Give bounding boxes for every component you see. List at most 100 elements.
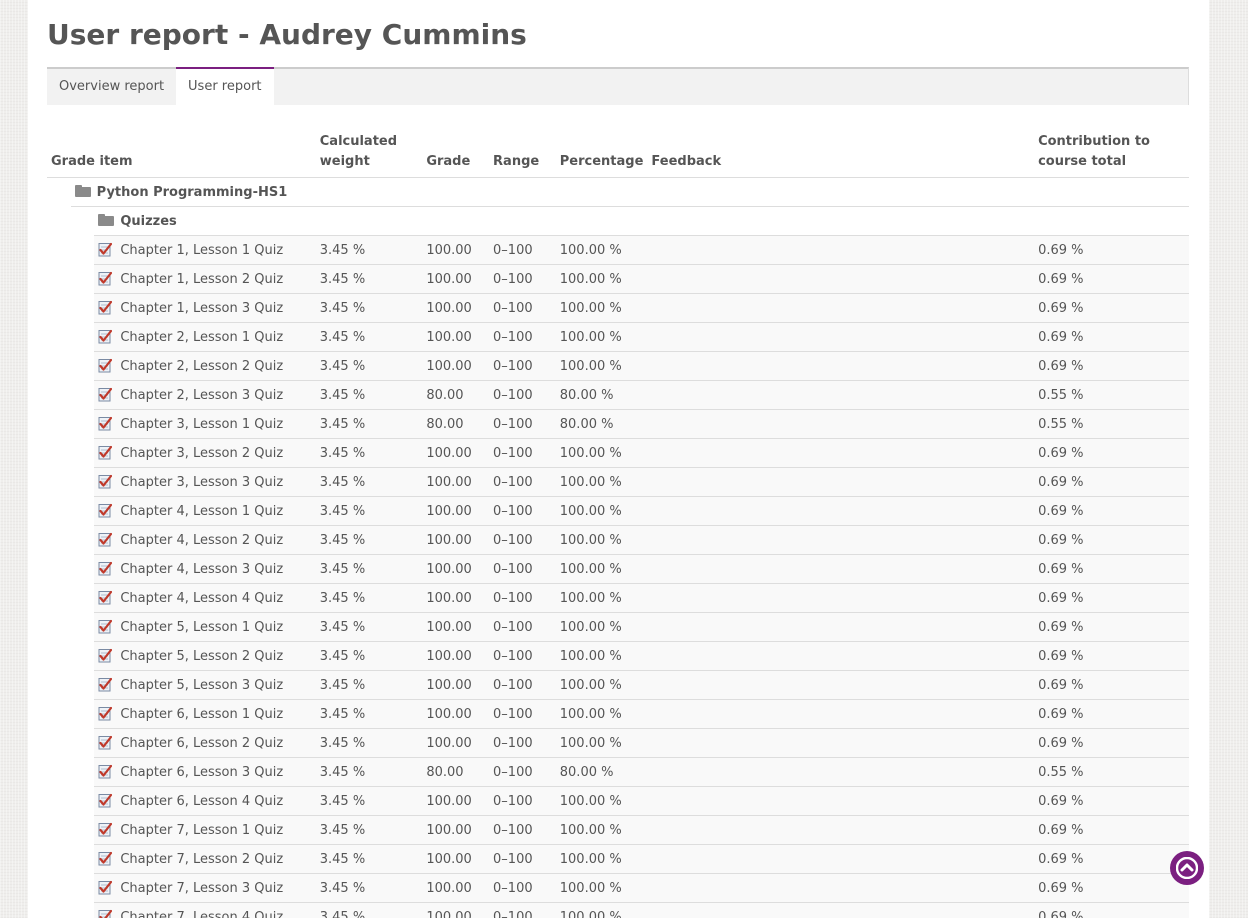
feedback-cell [647,264,1035,294]
indent-cell [47,699,71,729]
range-cell: 0–100 [489,496,556,526]
weight-cell: 3.45 % [315,699,423,729]
grade-item-link[interactable]: Chapter 1, Lesson 1 Quiz [120,243,283,258]
grade-item-link[interactable]: Chapter 7, Lesson 2 Quiz [120,852,283,867]
grade-item-link[interactable]: Chapter 1, Lesson 3 Quiz [120,301,283,316]
grade-item-link[interactable]: Chapter 2, Lesson 3 Quiz [120,388,283,403]
grade-item-link[interactable]: Chapter 1, Lesson 2 Quiz [120,272,283,287]
grade-item-cell: Chapter 7, Lesson 1 Quiz [94,815,316,845]
feedback-cell [647,293,1035,323]
range-cell: 0–100 [489,815,556,845]
grade-item-link[interactable]: Chapter 4, Lesson 1 Quiz [120,504,283,519]
grade-item-link[interactable]: Chapter 5, Lesson 1 Quiz [120,620,283,635]
grade-cell: 100.00 [422,438,490,468]
range-cell: 0–100 [489,322,556,352]
grade-cell: 100.00 [422,264,490,294]
table-row: Chapter 7, Lesson 2 Quiz 3.45 % 100.00 0–10… [47,844,1189,874]
grade-item-cell: Chapter 2, Lesson 1 Quiz [94,322,316,352]
weight-cell: 3.45 % [315,496,423,526]
quiz-icon [98,909,113,918]
grade-item-link[interactable]: Chapter 5, Lesson 3 Quiz [120,678,283,693]
grade-item-cell: Chapter 6, Lesson 1 Quiz [94,699,316,729]
header-calculated-weight[interactable]: Calculated weight [315,132,423,178]
indent-cell [70,902,95,918]
indent-cell [70,409,95,439]
range-cell: 0–100 [489,235,556,265]
percentage-cell: 100.00 % [555,873,648,903]
back-to-top-button[interactable] [1170,851,1204,885]
range-cell: 0–100 [489,293,556,323]
quiz-icon [98,590,113,605]
grade-item-link[interactable]: Chapter 4, Lesson 4 Quiz [120,591,283,606]
grade-cell: 100.00 [422,873,490,903]
table-row: Chapter 6, Lesson 4 Quiz 3.45 % 100.00 0–10… [47,786,1189,816]
feedback-cell [647,525,1035,555]
grade-cell: 100.00 [422,293,490,323]
feedback-cell [647,873,1035,903]
grade-item-link[interactable]: Chapter 2, Lesson 2 Quiz [120,359,283,374]
percentage-cell: 100.00 % [555,612,648,642]
grade-item-link[interactable]: Chapter 4, Lesson 3 Quiz [120,562,283,577]
grade-item-link[interactable]: Chapter 5, Lesson 2 Quiz [120,649,283,664]
quiz-icon [98,329,113,344]
header-range[interactable]: Range [489,132,556,178]
grade-item-link[interactable]: Chapter 3, Lesson 3 Quiz [120,475,283,490]
feedback-cell [647,612,1035,642]
feedback-cell [647,467,1035,497]
table-row: Chapter 4, Lesson 4 Quiz 3.45 % 100.00 0–10… [47,583,1189,613]
grade-item-cell: Chapter 3, Lesson 3 Quiz [94,467,316,497]
indent-cell [70,612,95,642]
header-percentage[interactable]: Percentage [555,132,648,178]
weight-cell: 3.45 % [315,612,423,642]
contribution-cell: 0.69 % [1034,728,1189,758]
quiz-icon [98,793,113,808]
table-row: Chapter 4, Lesson 1 Quiz 3.45 % 100.00 0–10… [47,496,1189,526]
indent-cell [47,322,71,352]
indent-cell [47,670,71,700]
table-row: Chapter 2, Lesson 3 Quiz 3.45 % 80.00 0–100… [47,380,1189,410]
table-header-row: Grade item Calculated weight Grade Range… [47,132,1189,178]
tab-overview-report[interactable]: Overview report [47,69,176,105]
contribution-cell: 0.69 % [1034,264,1189,294]
feedback-cell [647,786,1035,816]
quiz-icon [98,503,113,518]
grade-item-link[interactable]: Chapter 6, Lesson 1 Quiz [120,707,283,722]
header-contribution[interactable]: Contribution to course total [1034,132,1189,178]
contribution-cell: 0.69 % [1034,554,1189,584]
grade-item-link[interactable]: Chapter 6, Lesson 4 Quiz [120,794,283,809]
contribution-cell: 0.69 % [1034,786,1189,816]
grade-item-link[interactable]: Chapter 7, Lesson 4 Quiz [120,910,283,918]
header-grade-item[interactable]: Grade item [47,132,316,178]
indent-cell [47,467,71,497]
grade-item-link[interactable]: Chapter 7, Lesson 1 Quiz [120,823,283,838]
grade-item-link[interactable]: Chapter 3, Lesson 1 Quiz [120,417,283,432]
percentage-cell: 80.00 % [555,380,648,410]
header-grade[interactable]: Grade [422,132,490,178]
contribution-cell: 0.69 % [1034,525,1189,555]
table-row: Chapter 1, Lesson 2 Quiz 3.45 % 100.00 0–10… [47,264,1189,294]
grade-item-link[interactable]: Chapter 6, Lesson 3 Quiz [120,765,283,780]
grade-item-link[interactable]: Chapter 6, Lesson 2 Quiz [120,736,283,751]
indent-cell [70,699,95,729]
table-row: Chapter 4, Lesson 2 Quiz 3.45 % 100.00 0–10… [47,525,1189,555]
weight-cell: 3.45 % [315,641,423,671]
grade-item-link[interactable]: Chapter 3, Lesson 2 Quiz [120,446,283,461]
tab-user-report[interactable]: User report [176,67,274,105]
indent-cell [70,670,95,700]
contribution-cell: 0.69 % [1034,902,1189,918]
grade-item-cell: Chapter 6, Lesson 3 Quiz [94,757,316,787]
grade-item-link[interactable]: Chapter 7, Lesson 3 Quiz [120,881,283,896]
header-feedback[interactable]: Feedback [647,132,1035,178]
quiz-icon [98,242,113,257]
weight-cell: 3.45 % [315,438,423,468]
contribution-cell: 0.69 % [1034,438,1189,468]
grade-item-link[interactable]: Chapter 4, Lesson 2 Quiz [120,533,283,548]
weight-cell: 3.45 % [315,815,423,845]
quiz-icon [98,416,113,431]
table-row: Chapter 6, Lesson 1 Quiz 3.45 % 100.00 0–10… [47,699,1189,729]
grade-item-cell: Chapter 1, Lesson 1 Quiz [94,235,316,265]
grade-item-link[interactable]: Chapter 2, Lesson 1 Quiz [120,330,283,345]
grade-item-cell: Chapter 1, Lesson 3 Quiz [94,293,316,323]
percentage-cell: 100.00 % [555,235,648,265]
feedback-cell [647,496,1035,526]
